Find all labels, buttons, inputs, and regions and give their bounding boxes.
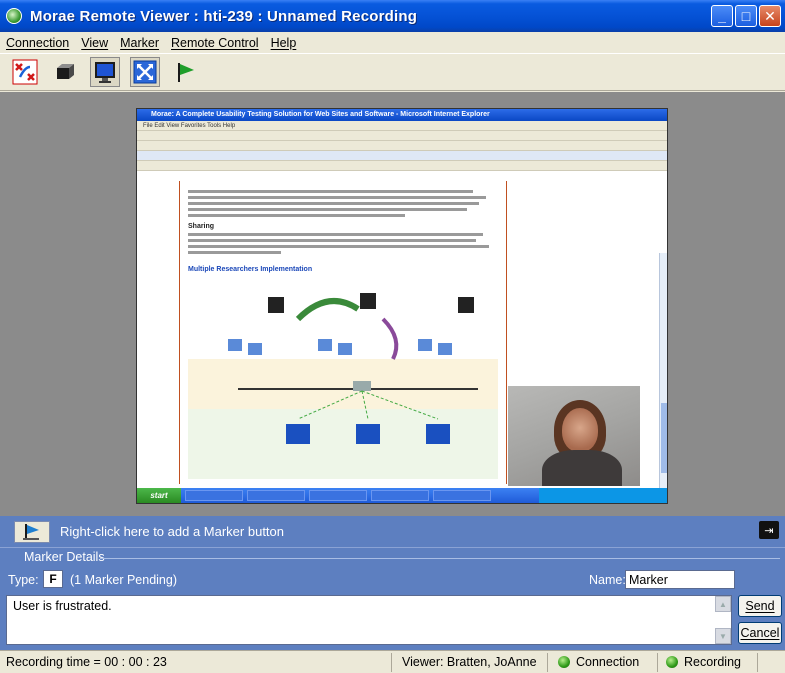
remote-task-item	[185, 490, 243, 501]
remote-doc-scrollbar	[659, 253, 667, 503]
remote-browser-links	[137, 161, 667, 171]
scroll-up-icon[interactable]: ▲	[715, 596, 731, 612]
marker-button-strip[interactable]: Right-click here to add a Marker button …	[0, 516, 785, 547]
cancel-button[interactable]: Cancel	[738, 622, 782, 644]
marker-name-input[interactable]	[625, 570, 735, 589]
dock-panel-button[interactable]: ⇥	[759, 521, 779, 539]
remote-browser-address	[137, 141, 667, 151]
blank-screen-button[interactable]	[50, 57, 80, 87]
viewer-name: Viewer: Bratten, JoAnne	[392, 652, 548, 672]
send-button[interactable]: Send	[738, 595, 782, 617]
close-button[interactable]: ✕	[759, 5, 781, 27]
remote-browser-title: Morae: A Complete Usability Testing Solu…	[137, 109, 667, 121]
marker-flag-icon	[178, 63, 194, 82]
disconnect-icon	[12, 59, 38, 85]
menu-connection[interactable]: Connection	[6, 36, 69, 50]
remote-browser-search-bar	[137, 151, 667, 161]
flag-icon	[23, 523, 39, 540]
toolbar	[0, 53, 785, 91]
remote-doc-heading-sharing: Sharing	[188, 223, 215, 230]
recording-time: Recording time = 00 : 00 : 23	[0, 652, 392, 672]
remote-video-area[interactable]: Morae: A Complete Usability Testing Solu…	[0, 92, 785, 516]
connection-status-icon	[558, 656, 570, 668]
menu-help[interactable]: Help	[271, 36, 297, 50]
menu-remote-control[interactable]: Remote Control	[171, 36, 259, 50]
window-controls: _ □ ✕	[711, 5, 781, 27]
participant-face	[562, 408, 598, 452]
minimize-button[interactable]: _	[711, 5, 733, 27]
notes-scrollbar[interactable]: ▲ ▼	[715, 596, 731, 644]
marker-type-field[interactable]: F	[43, 570, 63, 588]
connection-status-label: Connection	[576, 654, 640, 669]
remote-task-item	[371, 490, 429, 501]
name-label: Name:	[589, 573, 626, 587]
marker-details-panel: Marker Details Type: F (1 Marker Pending…	[0, 547, 785, 650]
disconnect-button[interactable]	[10, 57, 40, 87]
remote-task-item	[433, 490, 491, 501]
status-bar: Recording time = 00 : 00 : 23 Viewer: Br…	[0, 650, 785, 673]
remote-browser-menu: File Edit View Favorites Tools Help	[137, 121, 667, 131]
remote-taskbar: start	[137, 488, 667, 503]
display-icon	[95, 62, 115, 83]
recording-status: Recording	[658, 652, 758, 672]
title-bar: Morae Remote Viewer : hti-239 : Unnamed …	[0, 0, 785, 32]
remote-browser-toolbar	[137, 131, 667, 141]
remote-task-item	[247, 490, 305, 501]
remote-doc-heading-multi: Multiple Researchers Implementation	[188, 266, 313, 273]
menu-view[interactable]: View	[81, 36, 108, 50]
window-title: Morae Remote Viewer : hti-239 : Unnamed …	[30, 7, 418, 25]
scroll-down-icon[interactable]: ▼	[715, 628, 731, 644]
participant-webcam	[508, 386, 640, 486]
blank-screen-icon	[57, 64, 74, 79]
type-label: Type:	[8, 573, 39, 587]
connection-status: Connection	[548, 652, 658, 672]
marker-details-title: Marker Details	[24, 550, 105, 564]
pending-marker-count: (1 Marker Pending)	[70, 573, 177, 587]
fit-to-window-button[interactable]	[130, 57, 160, 87]
morae-app-icon	[6, 8, 22, 24]
remote-document-page: Sharing Multiple Researchers Implementat…	[179, 181, 507, 484]
remote-system-tray	[539, 488, 667, 503]
marker-button[interactable]	[170, 57, 200, 87]
remote-task-item	[309, 490, 367, 501]
remote-start-button: start	[137, 488, 181, 503]
add-marker-flag-button[interactable]	[14, 520, 50, 543]
marker-details-divider	[100, 558, 780, 559]
maximize-button[interactable]: □	[735, 5, 757, 27]
marker-strip-hint: Right-click here to add a Marker button	[60, 524, 284, 539]
menu-marker[interactable]: Marker	[120, 36, 159, 50]
display-button[interactable]	[90, 57, 120, 87]
fit-to-window-icon	[133, 60, 157, 84]
marker-notes-textarea[interactable]: User is frustrated.	[6, 595, 732, 645]
recording-status-label: Recording	[684, 654, 741, 669]
recording-status-icon	[666, 656, 678, 668]
network-diagram-image	[188, 293, 498, 479]
menu-bar: Connection View Marker Remote Control He…	[0, 32, 785, 53]
